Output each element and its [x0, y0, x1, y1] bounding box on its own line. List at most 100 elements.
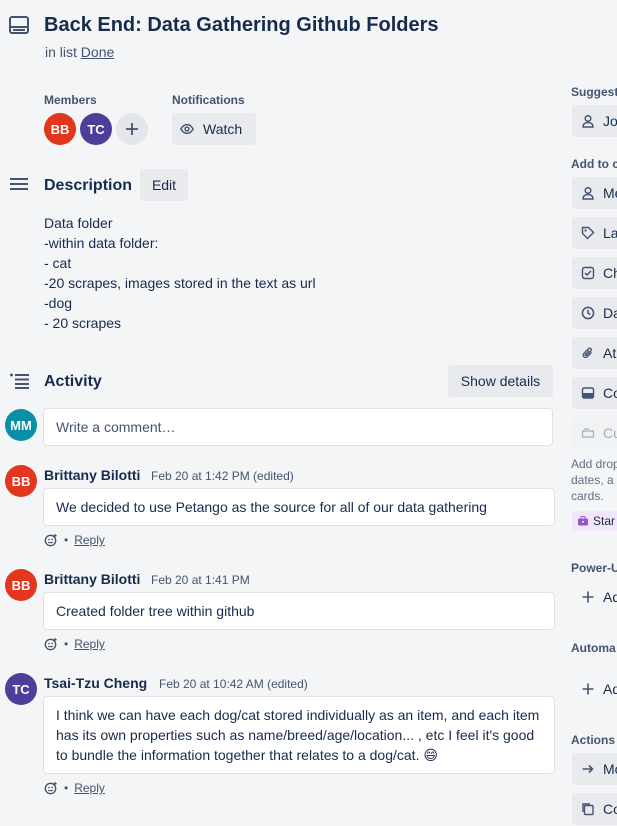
comment-timestamp[interactable]: Feb 20 at 1:42 PM (edited) [151, 469, 294, 483]
dates-button-label: Da [603, 305, 617, 321]
description-title: Description [44, 177, 133, 194]
start-trial-chip[interactable]: Star [572, 511, 617, 531]
plus-icon [581, 682, 595, 696]
comment-actions: • Reply [44, 533, 105, 547]
custom-fields-note: Add drop dates, a cards. [571, 456, 617, 504]
copy-button-label: Co [603, 801, 617, 817]
description-line: Data folder [44, 215, 113, 231]
watch-label: Watch [203, 121, 243, 137]
attachment-button-label: At [603, 345, 617, 361]
comment-actions: • Reply [44, 781, 105, 795]
separator-dot: • [64, 637, 69, 651]
watch-button[interactable]: Watch [172, 113, 256, 145]
description-line: - 20 scrapes [44, 315, 122, 331]
note-line: Add drop [571, 457, 617, 471]
comment-body: Created folder tree within github [43, 592, 555, 630]
clock-icon [581, 306, 595, 320]
comment-timestamp[interactable]: Feb 20 at 1:41 PM [151, 573, 250, 587]
reply-link[interactable]: Reply [74, 781, 105, 795]
members-label: Members [44, 93, 97, 107]
powerups-heading: Power-U [571, 561, 617, 575]
avatar[interactable]: TC [5, 673, 37, 705]
custom-fields-button[interactable]: Cu [572, 417, 617, 449]
tag-icon [581, 226, 595, 240]
comment-author[interactable]: Brittany Bilotti [44, 467, 140, 483]
custom-fields-button-label: Cu [603, 425, 617, 441]
current-user-avatar[interactable]: MM [5, 409, 37, 441]
comment-author[interactable]: Tsai-Tzu Cheng [44, 675, 147, 691]
checklist-button[interactable]: Ch [572, 257, 617, 289]
cover-button[interactable]: Co [572, 377, 617, 409]
avatar[interactable]: BB [5, 569, 37, 601]
reply-link[interactable]: Reply [74, 533, 105, 547]
description-line: -20 scrapes, images stored in the text a… [44, 275, 316, 291]
add-member-button[interactable] [116, 113, 148, 145]
members-button[interactable]: Me [572, 177, 617, 209]
cover-button-label: Co [603, 385, 617, 401]
reply-link[interactable]: Reply [74, 637, 105, 651]
show-details-button[interactable]: Show details [448, 365, 553, 397]
description-body[interactable]: Data folder -within data folder: - cat -… [44, 213, 316, 333]
checklist-button-label: Ch [603, 265, 617, 281]
briefcase-icon [577, 515, 589, 527]
note-line: dates, a [571, 473, 614, 487]
members-button-label: Me [603, 185, 617, 201]
labels-button-label: La [603, 225, 617, 241]
activity-title: Activity [44, 373, 102, 390]
copy-button[interactable]: Co [572, 793, 617, 825]
start-chip-label: Star [593, 514, 616, 528]
separator-dot: • [64, 533, 69, 547]
move-button-label: Mo [603, 761, 617, 777]
description-icon [10, 177, 30, 193]
comment-input[interactable]: Write a comment… [43, 408, 553, 446]
add-reaction-icon[interactable] [44, 637, 58, 651]
avatar[interactable]: BB [5, 465, 37, 497]
plus-icon [126, 123, 138, 135]
custom-fields-icon [581, 426, 595, 440]
eye-icon [180, 122, 194, 136]
note-line: cards. [571, 489, 604, 503]
move-button[interactable]: Mo [572, 753, 617, 785]
dates-button[interactable]: Da [572, 297, 617, 329]
cover-icon [581, 386, 595, 400]
card-title[interactable]: Back End: Data Gathering Github Folders [44, 12, 439, 38]
activity-icon [10, 373, 30, 389]
avatar[interactable]: BB [44, 113, 76, 145]
description-line: -dog [44, 295, 73, 311]
automation-heading: Automa [571, 641, 616, 655]
person-icon [581, 186, 595, 200]
list-name-link[interactable]: Done [81, 44, 114, 60]
add-powerup-label: Ad [603, 589, 617, 605]
notifications-label: Notifications [172, 93, 245, 107]
join-label: Jo [603, 113, 617, 129]
comment-body: I think we can have each dog/cat stored … [43, 696, 555, 774]
join-button[interactable]: Jo [572, 105, 617, 137]
description-line: -within data folder: [44, 235, 159, 251]
description-line: - cat [44, 255, 72, 271]
labels-button[interactable]: La [572, 217, 617, 249]
comment-timestamp[interactable]: Feb 20 at 10:42 AM (edited) [159, 677, 308, 691]
attachment-button[interactable]: At [572, 337, 617, 369]
in-list-prefix: in list [45, 44, 77, 60]
paperclip-icon [581, 346, 595, 360]
plus-icon [581, 590, 595, 604]
edit-description-button[interactable]: Edit [140, 169, 188, 201]
add-automation-button[interactable]: Ad [572, 673, 617, 705]
card-icon [8, 14, 30, 36]
actions-heading: Actions [571, 733, 616, 747]
separator-dot: • [64, 781, 69, 795]
suggested-heading: Suggest [571, 85, 617, 99]
copy-icon [581, 802, 595, 816]
person-icon [581, 114, 595, 128]
add-reaction-icon[interactable] [44, 533, 58, 547]
checkbox-icon [581, 266, 595, 280]
comment-body: We decided to use Petango as the source … [43, 488, 555, 526]
comment-author[interactable]: Brittany Bilotti [44, 571, 140, 587]
avatar[interactable]: TC [80, 113, 112, 145]
comment-actions: • Reply [44, 637, 105, 651]
add-reaction-icon[interactable] [44, 781, 58, 795]
add-automation-label: Ad [603, 681, 617, 697]
in-list-line: in list Done [45, 43, 114, 61]
arrow-right-icon [581, 762, 595, 776]
add-powerup-button[interactable]: Ad [572, 581, 617, 613]
